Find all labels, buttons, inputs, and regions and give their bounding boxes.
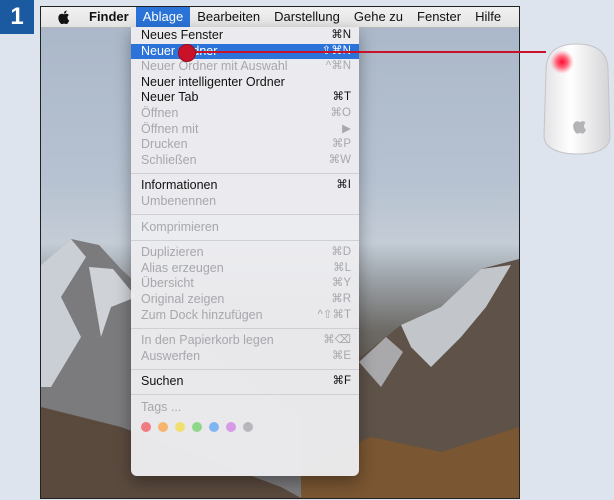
menu-item-umbenennen: Umbenennen bbox=[131, 194, 359, 210]
menu-item-schliessen: Schließen ⌘W bbox=[131, 153, 359, 169]
menu-item-neues-fenster[interactable]: Neues Fenster ⌘N bbox=[131, 28, 359, 44]
menu-item-drucken: Drucken ⌘P bbox=[131, 137, 359, 153]
menu-separator bbox=[131, 214, 359, 216]
menu-item-neuer-intelligenter-ordner[interactable]: Neuer intelligenter Ordner bbox=[131, 75, 359, 91]
menu-item-label: Neuer intelligenter Ordner bbox=[141, 74, 285, 89]
menu-item-shortcut: ⌘O bbox=[330, 106, 351, 119]
tag-green-dot[interactable] bbox=[192, 422, 202, 433]
step-number-badge: 1 bbox=[0, 0, 34, 34]
tag-purple-dot[interactable] bbox=[226, 422, 236, 433]
menu-item-oeffnen-mit: Öffnen mit ▶ bbox=[131, 122, 359, 138]
tag-red-dot[interactable] bbox=[141, 422, 151, 433]
menu-separator bbox=[131, 368, 359, 370]
menu-item-label: Informationen bbox=[141, 178, 218, 193]
menu-item-informationen[interactable]: Informationen ⌘I bbox=[131, 178, 359, 194]
menu-item-label: Öffnen bbox=[141, 105, 179, 120]
menu-item-shortcut: ⌘Y bbox=[331, 277, 351, 290]
submenu-arrow-icon: ▶ bbox=[342, 122, 351, 135]
menu-item-label: Auswerfen bbox=[141, 348, 201, 363]
tag-gray-dot[interactable] bbox=[243, 422, 253, 433]
menu-item-oeffnen: Öffnen ⌘O bbox=[131, 106, 359, 122]
menu-item-shortcut: ⌘W bbox=[328, 153, 351, 166]
menu-item-label: Original zeigen bbox=[141, 291, 225, 306]
menu-item-shortcut: ⌘F bbox=[332, 375, 351, 388]
menu-item-shortcut: ^⇧⌘T bbox=[317, 308, 351, 321]
menu-item-neuer-tab[interactable]: Neuer Tab ⌘T bbox=[131, 90, 359, 106]
menu-item-label: Tags ... bbox=[141, 399, 182, 414]
menu-item-tags: Tags ... bbox=[131, 400, 359, 416]
menubar-item-hilfe[interactable]: Hilfe bbox=[468, 7, 508, 27]
menubar-item-fenster[interactable]: Fenster bbox=[410, 7, 468, 27]
menu-item-zum-dock-hinzufuegen: Zum Dock hinzufügen ^⇧⌘T bbox=[131, 308, 359, 324]
menu-item-label: Suchen bbox=[141, 374, 184, 389]
menu-item-alias-erzeugen: Alias erzeugen ⌘L bbox=[131, 261, 359, 277]
menu-item-label: Öffnen mit bbox=[141, 121, 199, 136]
menu-item-label: Neues Fenster bbox=[141, 28, 223, 42]
menu-item-komprimieren: Komprimieren bbox=[131, 220, 359, 236]
menu-item-auswerfen: Auswerfen ⌘E bbox=[131, 349, 359, 365]
menu-item-label: Duplizieren bbox=[141, 245, 204, 260]
menu-separator bbox=[131, 394, 359, 396]
menu-item-shortcut: ⌘D bbox=[331, 246, 351, 259]
tag-orange-dot[interactable] bbox=[158, 422, 168, 433]
menubar-item-darstellung[interactable]: Darstellung bbox=[267, 7, 347, 27]
menu-item-shortcut: ⌘E bbox=[331, 349, 351, 362]
menu-item-in-den-papierkorb-legen: In den Papierkorb legen ⌘⌫ bbox=[131, 333, 359, 349]
tag-color-row bbox=[131, 415, 359, 433]
menu-item-shortcut: ⌘I bbox=[336, 179, 351, 192]
menu-item-uebersicht: Übersicht ⌘Y bbox=[131, 276, 359, 292]
apple-logo-icon[interactable] bbox=[57, 10, 71, 24]
tag-blue-dot[interactable] bbox=[209, 422, 219, 433]
tag-yellow-dot[interactable] bbox=[175, 422, 185, 433]
menu-item-label: Neuer Ordner mit Auswahl bbox=[141, 59, 288, 74]
menu-separator bbox=[131, 327, 359, 329]
menu-item-label: Komprimieren bbox=[141, 219, 219, 234]
menu-item-neuer-ordner-mit-auswahl: Neuer Ordner mit Auswahl ^⌘N bbox=[131, 59, 359, 75]
menu-item-shortcut: ^⌘N bbox=[325, 60, 351, 73]
menu-item-shortcut: ⌘⌫ bbox=[323, 334, 351, 347]
menu-item-suchen[interactable]: Suchen ⌘F bbox=[131, 374, 359, 390]
menu-item-label: Zum Dock hinzufügen bbox=[141, 307, 263, 322]
menu-item-shortcut: ⌘P bbox=[331, 138, 351, 151]
menu-item-label: Alias erzeugen bbox=[141, 260, 224, 275]
menu-item-shortcut: ⌘L bbox=[333, 261, 351, 274]
menubar-item-bearbeiten[interactable]: Bearbeiten bbox=[190, 7, 267, 27]
menubar-item-ablage[interactable]: Ablage bbox=[135, 7, 191, 27]
menu-item-shortcut: ⌘N bbox=[331, 29, 351, 41]
menu-item-shortcut: ⌘R bbox=[331, 292, 351, 305]
menu-item-label: Übersicht bbox=[141, 276, 194, 291]
file-menu-dropdown: Neues Fenster⌘N Neuer Ordner⇧⌘N Neuer Or… bbox=[131, 27, 359, 476]
menu-item-label: Drucken bbox=[141, 137, 188, 152]
menu-item-label: Schließen bbox=[141, 152, 197, 167]
menu-separator bbox=[131, 239, 359, 241]
mouse-click-icon bbox=[543, 43, 611, 155]
click-marker-dot bbox=[178, 44, 196, 62]
menu-item-original-zeigen: Original zeigen ⌘R bbox=[131, 292, 359, 308]
callout-line bbox=[189, 51, 546, 53]
menubar-app-name[interactable]: Finder bbox=[89, 7, 136, 27]
menu-separator bbox=[131, 172, 359, 174]
menu-item-label: Umbenennen bbox=[141, 193, 217, 208]
menu-bar: Finder Ablage Bearbeiten Darstellung Geh… bbox=[41, 7, 519, 28]
menu-item-label: Neuer Tab bbox=[141, 90, 199, 105]
menu-item-shortcut: ⌘T bbox=[332, 91, 351, 104]
menu-item-label: In den Papierkorb legen bbox=[141, 333, 274, 348]
desktop-screen: Finder Ablage Bearbeiten Darstellung Geh… bbox=[40, 6, 520, 499]
menubar-item-gehe-zu[interactable]: Gehe zu bbox=[347, 7, 410, 27]
menu-item-duplizieren: Duplizieren ⌘D bbox=[131, 245, 359, 261]
